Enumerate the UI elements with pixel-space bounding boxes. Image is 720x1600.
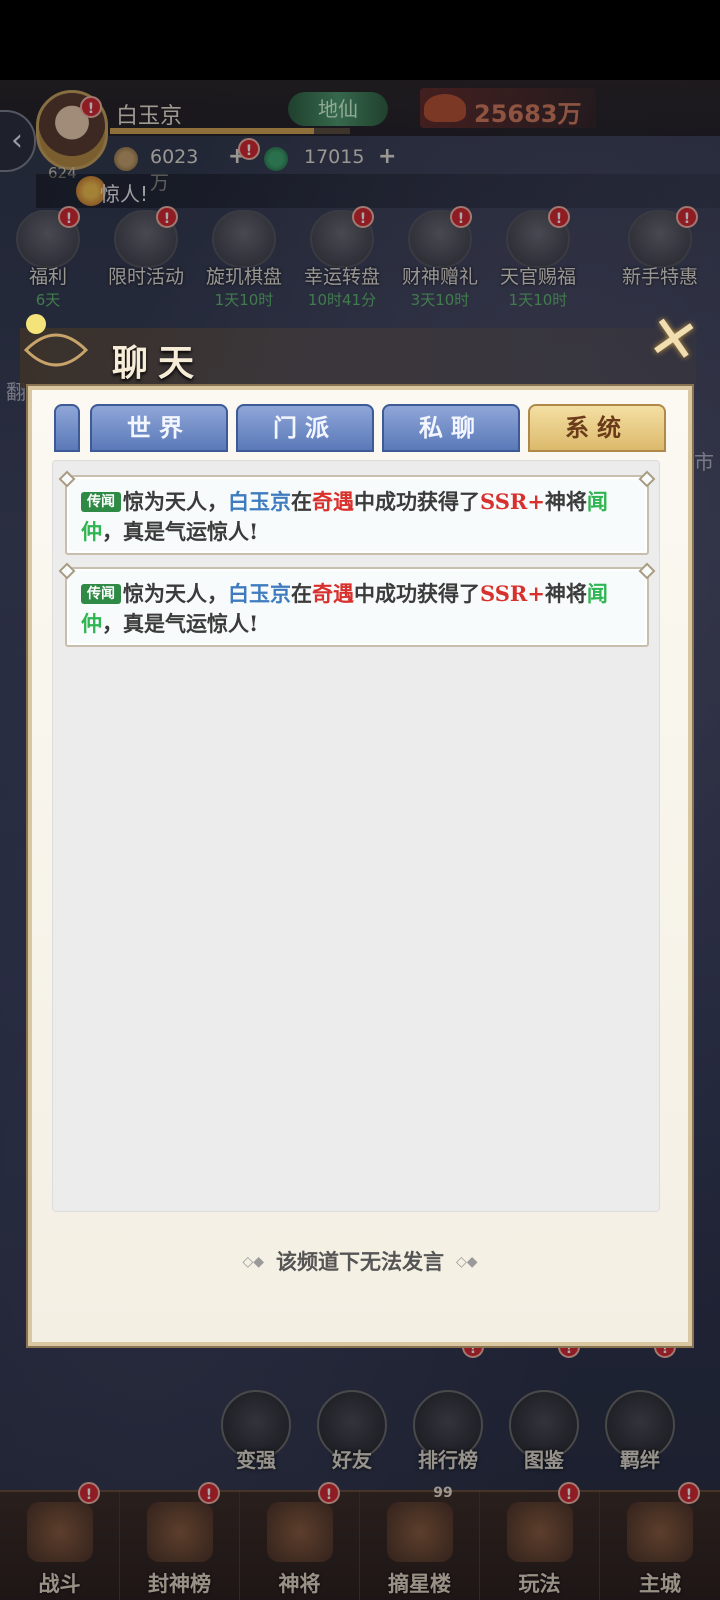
message-segment: 惊为天人， [123, 581, 228, 606]
channel-restriction-note: ◇◆ 该频道下无法发言 ◇◆ [32, 1246, 688, 1276]
tab-sect[interactable]: 门派 [236, 404, 374, 452]
list-item: 传闻 惊为天人，白玉京在奇遇中成功获得了SSR+神将闻仲，真是气运惊人! [65, 567, 649, 647]
player-link[interactable]: 白玉京 [228, 581, 291, 606]
message-segment: 惊为天人， [123, 489, 228, 514]
source-name: 奇遇 [312, 489, 354, 514]
message-text: 传闻 惊为天人，白玉京在奇遇中成功获得了SSR+神将闻仲，真是气运惊人! [81, 579, 637, 639]
diamond-ornament-icon: ◇◆ [456, 1254, 478, 1270]
message-segment: ，真是气运惊人! [102, 611, 259, 636]
message-segment: 在 [291, 581, 312, 606]
player-link[interactable]: 白玉京 [228, 489, 291, 514]
close-icon[interactable]: ✕ [635, 301, 711, 381]
tab-private[interactable]: 私聊 [382, 404, 520, 452]
restriction-text: 该频道下无法发言 [276, 1249, 444, 1274]
rumor-tag: 传闻 [81, 584, 121, 604]
message-segment: 中成功获得了 [354, 581, 480, 606]
scroll-ornament-icon [23, 314, 89, 367]
message-segment: 在 [291, 489, 312, 514]
tab-scroll-left[interactable] [54, 404, 80, 452]
message-segment: ，真是气运惊人! [102, 519, 259, 544]
message-text: 传闻 惊为天人，白玉京在奇遇中成功获得了SSR+神将闻仲，真是气运惊人! [81, 487, 637, 547]
rarity-label: SSR+ [480, 581, 545, 606]
chat-dialog: 世界 门派 私聊 系统 传闻 惊为天人，白玉京在奇遇中成功获得了SSR+神将闻仲，… [28, 386, 692, 1346]
message-list[interactable]: 传闻 惊为天人，白玉京在奇遇中成功获得了SSR+神将闻仲，真是气运惊人! 传闻 惊为… [52, 460, 660, 1212]
message-segment: 神将 [544, 581, 587, 606]
tab-world[interactable]: 世界 [90, 404, 228, 452]
source-name: 奇遇 [312, 581, 354, 606]
rumor-tag: 传闻 [81, 492, 121, 512]
tab-system[interactable]: 系统 [528, 404, 666, 452]
diamond-ornament-icon: ◇◆ [242, 1254, 264, 1270]
message-segment: 中成功获得了 [354, 489, 480, 514]
list-item: 传闻 惊为天人，白玉京在奇遇中成功获得了SSR+神将闻仲，真是气运惊人! [65, 475, 649, 555]
chat-tabs: 世界 门派 私聊 系统 [54, 404, 668, 452]
chat-title: 聊天 [112, 342, 205, 384]
rarity-label: SSR+ [480, 489, 545, 514]
message-segment: 神将 [544, 489, 587, 514]
